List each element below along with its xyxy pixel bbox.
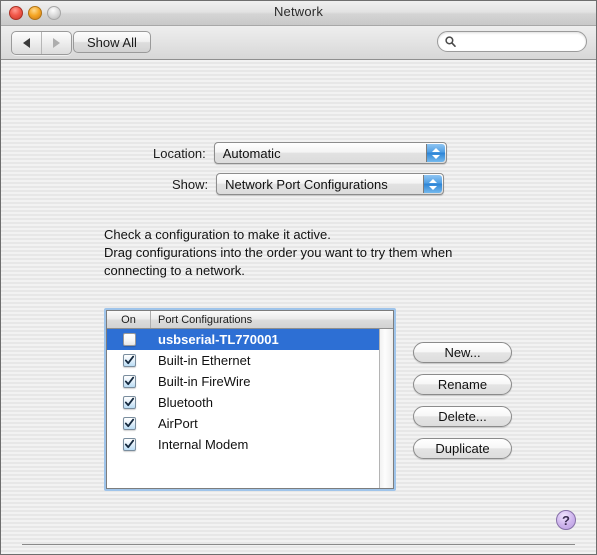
preferences-content: Location: Automatic Show: Network Port C… <box>1 60 596 554</box>
checkbox-checked-icon[interactable] <box>122 396 136 409</box>
port-configurations-table[interactable]: On Port Configurations usbserial-TL77000… <box>104 308 396 491</box>
row-checkbox-cell <box>107 438 151 451</box>
location-label: Location: <box>153 145 206 161</box>
column-header-port-configurations[interactable]: Port Configurations <box>151 311 393 328</box>
row-port-name: usbserial-TL770001 <box>158 332 279 347</box>
row-port-name: Bluetooth <box>158 395 213 410</box>
show-all-button[interactable]: Show All <box>73 31 151 53</box>
show-label: Show: <box>172 176 209 192</box>
show-row: Show: Network Port Configurations <box>172 173 445 195</box>
window-titlebar: Network <box>1 1 596 26</box>
instructions-text: Check a configuration to make it active.… <box>104 226 452 280</box>
network-preferences-window: Network Show All Location: Automatic Sho… <box>0 0 597 555</box>
table-row[interactable]: Bluetooth <box>107 392 380 413</box>
show-popup-button[interactable]: Network Port Configurations <box>216 173 445 195</box>
instructions-line-2: Drag configurations into the order you w… <box>104 245 453 260</box>
duplicate-button[interactable]: Duplicate <box>413 438 512 459</box>
show-value: Network Port Configurations <box>225 176 388 192</box>
checkbox-checked-icon[interactable] <box>122 354 136 367</box>
search-input[interactable] <box>459 33 573 50</box>
new-button[interactable]: New... <box>413 342 512 363</box>
window-title: Network <box>273 4 324 19</box>
search-field[interactable] <box>437 31 587 52</box>
table-row[interactable]: usbserial-TL770001 <box>107 329 380 350</box>
forward-arrow-icon <box>53 38 60 48</box>
back-button[interactable] <box>12 32 41 54</box>
chevron-updown-icon <box>423 175 443 193</box>
checkbox-checked-icon[interactable] <box>122 438 136 451</box>
table-scrollbar[interactable] <box>379 329 393 488</box>
location-popup-button[interactable]: Automatic <box>213 142 447 164</box>
help-button[interactable]: ? <box>556 510 576 530</box>
table-row[interactable]: Built-in Ethernet <box>107 350 380 371</box>
checkbox-checked-icon[interactable] <box>122 417 136 430</box>
row-checkbox-cell <box>107 333 151 346</box>
window-toolbar: Show All <box>1 26 596 60</box>
rename-button[interactable]: Rename <box>413 374 512 395</box>
row-port-name: Internal Modem <box>158 437 249 452</box>
back-arrow-icon <box>23 38 30 48</box>
row-port-name: Built-in Ethernet <box>158 353 251 368</box>
instructions-line-3: connecting to a network. <box>104 263 245 278</box>
row-checkbox-cell <box>107 417 151 430</box>
column-header-on[interactable]: On <box>107 311 151 328</box>
location-row: Location: Automatic <box>153 142 447 164</box>
delete-button[interactable]: Delete... <box>413 406 512 427</box>
row-port-name: Built-in FireWire <box>158 374 251 389</box>
location-value: Automatic <box>222 145 281 161</box>
forward-button <box>41 32 71 54</box>
table-header: On Port Configurations <box>107 311 393 329</box>
footer-divider <box>22 544 575 545</box>
checkbox-checked-icon[interactable] <box>122 375 136 388</box>
table-row[interactable]: AirPort <box>107 413 380 434</box>
row-checkbox-cell <box>107 375 151 388</box>
chevron-updown-icon <box>425 144 445 162</box>
table-body: usbserial-TL770001 Built-in Ethernet Built… <box>107 329 380 488</box>
row-port-name: AirPort <box>158 416 198 431</box>
table-action-buttons: New... Rename Delete... Duplicate <box>413 342 512 459</box>
search-icon <box>445 36 456 47</box>
row-checkbox-cell <box>107 396 151 409</box>
instructions-line-1: Check a configuration to make it active. <box>104 227 331 242</box>
checkbox-unchecked-icon[interactable] <box>122 333 136 346</box>
table-row[interactable]: Built-in FireWire <box>107 371 380 392</box>
table-row[interactable]: Internal Modem <box>107 434 380 455</box>
navigation-buttons <box>11 31 72 55</box>
row-checkbox-cell <box>107 354 151 367</box>
